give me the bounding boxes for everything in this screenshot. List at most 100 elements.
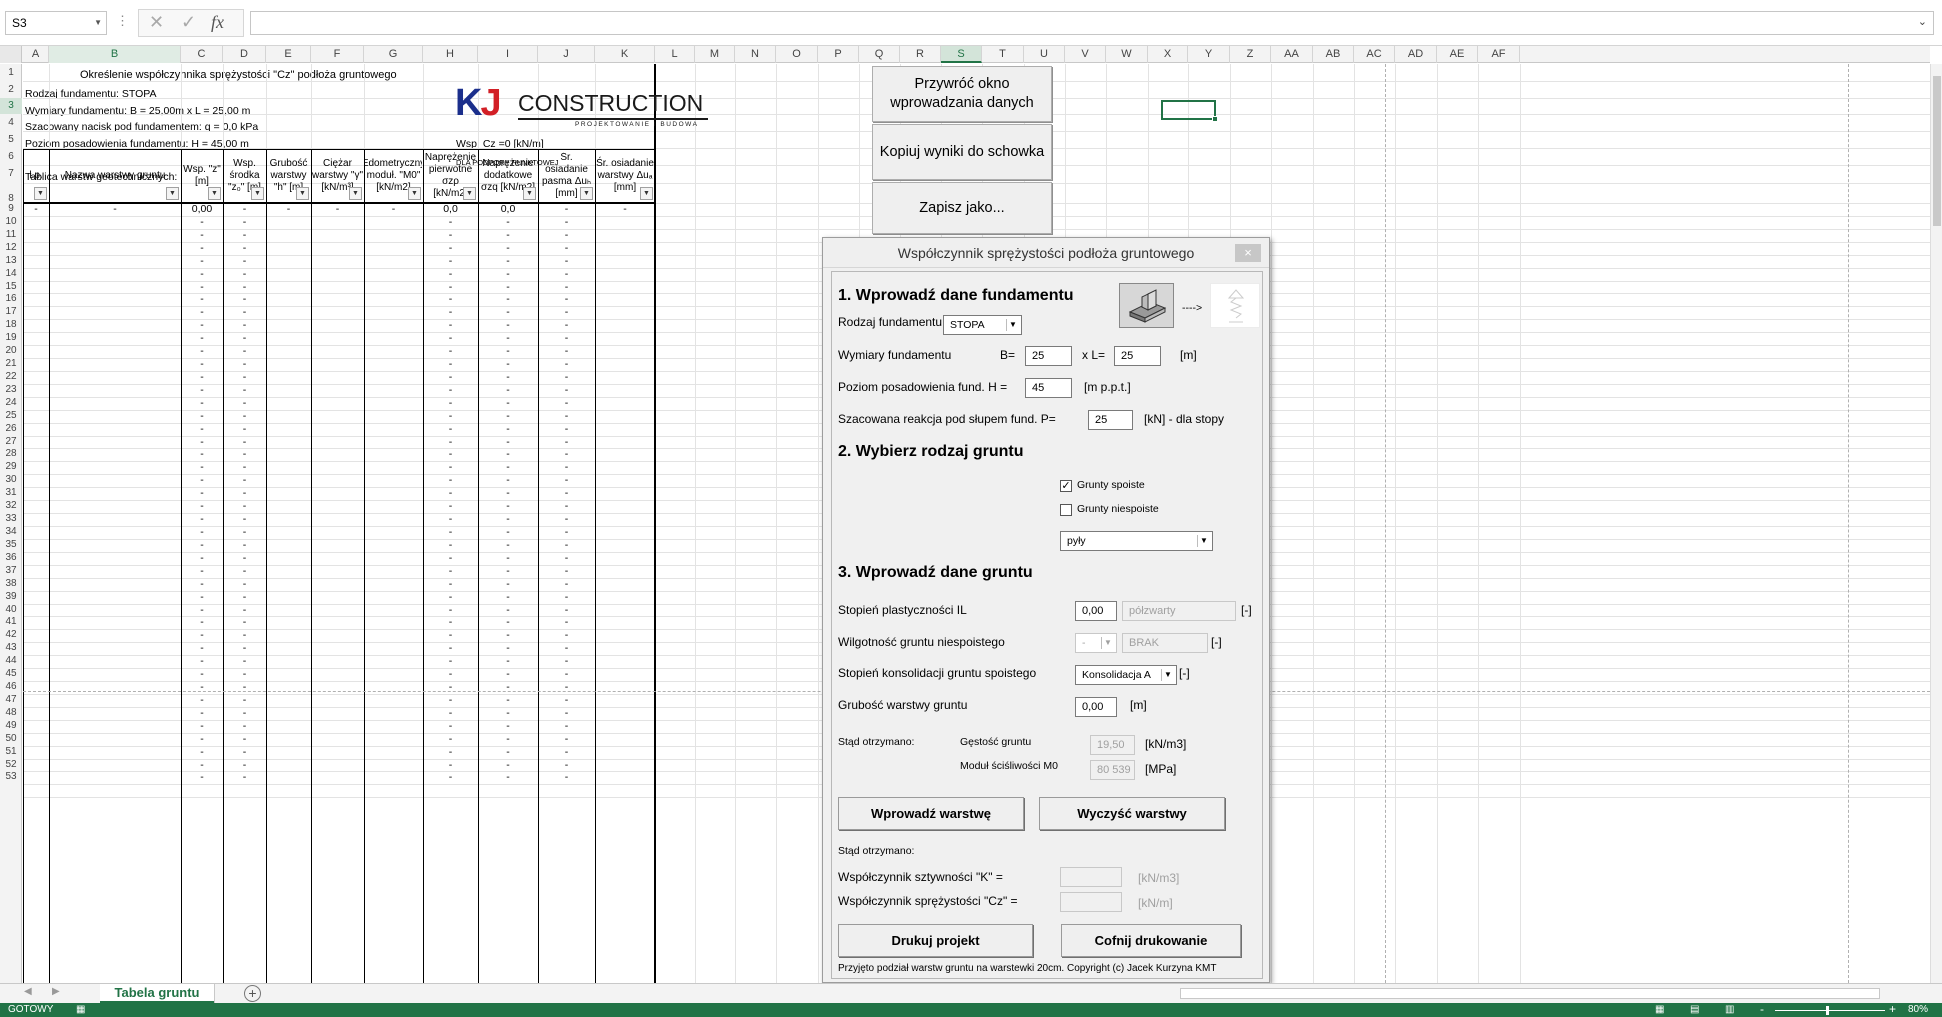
table-cell[interactable]: - [223, 771, 266, 784]
table-cell[interactable]: - [223, 306, 266, 319]
thickness-input[interactable]: 0,00 [1075, 697, 1117, 717]
table-cell[interactable]: - [423, 642, 478, 655]
table-cell[interactable]: - [538, 358, 595, 371]
row-header-10[interactable]: 10 [0, 216, 22, 229]
table-cell[interactable]: - [223, 565, 266, 578]
add-layer-button[interactable]: Wprowadź warstwę [838, 797, 1024, 830]
table-cell[interactable]: - [538, 423, 595, 436]
table-cell[interactable]: - [223, 629, 266, 642]
table-cell[interactable]: - [538, 306, 595, 319]
table-cell[interactable]: - [181, 539, 223, 552]
table-cell[interactable]: - [538, 655, 595, 668]
row-header-9[interactable]: 9 [0, 203, 22, 216]
cell-d9[interactable]: - [223, 203, 266, 216]
table-cell[interactable]: - [538, 707, 595, 720]
filter-dropdown-icon[interactable]: ▼ [640, 187, 653, 200]
table-cell[interactable]: - [423, 629, 478, 642]
table-cell[interactable]: - [181, 229, 223, 242]
column-header-t[interactable]: T [982, 46, 1024, 63]
table-cell[interactable]: - [423, 371, 478, 384]
table-cell[interactable]: - [478, 461, 538, 474]
chevron-down-icon[interactable]: ▼ [1101, 637, 1114, 649]
table-cell[interactable]: - [423, 539, 478, 552]
table-cell[interactable]: - [181, 565, 223, 578]
row-header-13[interactable]: 13 [0, 255, 22, 268]
table-cell[interactable]: - [223, 733, 266, 746]
b-input[interactable]: 25 [1025, 346, 1072, 366]
page-break-icon[interactable]: ▥ [1725, 1003, 1734, 1017]
table-cell[interactable]: - [423, 707, 478, 720]
table-cell[interactable]: - [181, 474, 223, 487]
table-cell[interactable]: - [538, 526, 595, 539]
column-header-ac[interactable]: AC [1354, 46, 1395, 63]
filter-dropdown-icon[interactable]: ▼ [34, 187, 47, 200]
table-cell[interactable]: - [181, 513, 223, 526]
table-cell[interactable]: - [223, 423, 266, 436]
table-cell[interactable]: - [478, 306, 538, 319]
row-header-38[interactable]: 38 [0, 578, 22, 591]
table-cell[interactable]: - [423, 681, 478, 694]
table-cell[interactable]: - [223, 578, 266, 591]
table-cell[interactable]: - [478, 539, 538, 552]
table-cell[interactable]: - [478, 565, 538, 578]
restore-window-button[interactable]: Przywróć okno wprowadzania danych [872, 66, 1052, 122]
filter-dropdown-icon[interactable]: ▼ [463, 187, 476, 200]
table-cell[interactable]: - [538, 771, 595, 784]
table-cell[interactable]: - [538, 461, 595, 474]
table-cell[interactable]: - [538, 345, 595, 358]
column-header-ab[interactable]: AB [1313, 46, 1354, 63]
table-cell[interactable]: - [181, 397, 223, 410]
row-header-22[interactable]: 22 [0, 371, 22, 384]
table-cell[interactable]: - [223, 384, 266, 397]
l-input[interactable]: 25 [1114, 346, 1161, 366]
table-cell[interactable]: - [223, 591, 266, 604]
table-cell[interactable]: - [423, 358, 478, 371]
table-cell[interactable]: - [538, 319, 595, 332]
row-header-36[interactable]: 36 [0, 552, 22, 565]
table-cell[interactable]: - [538, 565, 595, 578]
row-header-5[interactable]: 5 [0, 131, 22, 148]
column-header-d[interactable]: D [223, 46, 266, 63]
table-cell[interactable]: - [538, 746, 595, 759]
filter-dropdown-icon[interactable]: ▼ [349, 187, 362, 200]
table-cell[interactable]: - [181, 216, 223, 229]
table-cell[interactable]: - [223, 461, 266, 474]
column-header-u[interactable]: U [1024, 46, 1065, 63]
table-cell[interactable]: - [538, 410, 595, 423]
table-cell[interactable]: - [181, 591, 223, 604]
table-cell[interactable]: - [423, 216, 478, 229]
table-cell[interactable]: - [538, 397, 595, 410]
table-cell[interactable]: - [538, 759, 595, 772]
table-cell[interactable]: - [223, 410, 266, 423]
table-cell[interactable]: - [223, 526, 266, 539]
cell-c9[interactable]: 0,00 [181, 203, 223, 216]
table-cell[interactable]: - [181, 707, 223, 720]
table-cell[interactable]: - [423, 487, 478, 500]
table-cell[interactable]: - [478, 474, 538, 487]
table-cell[interactable]: - [478, 759, 538, 772]
table-cell[interactable]: - [423, 513, 478, 526]
table-cell[interactable]: - [181, 410, 223, 423]
column-header-f[interactable]: F [311, 46, 364, 63]
row-header-40[interactable]: 40 [0, 604, 22, 617]
row-header-16[interactable]: 16 [0, 293, 22, 306]
table-cell[interactable]: - [223, 216, 266, 229]
table-cell[interactable]: - [223, 694, 266, 707]
table-cell[interactable]: - [478, 255, 538, 268]
table-cell[interactable]: - [478, 746, 538, 759]
filter-dropdown-icon[interactable]: ▼ [523, 187, 536, 200]
zoom-slider[interactable] [1775, 1010, 1885, 1011]
filter-dropdown-icon[interactable]: ▼ [166, 187, 179, 200]
table-cell[interactable]: - [538, 552, 595, 565]
table-cell[interactable]: - [181, 345, 223, 358]
table-cell[interactable]: - [538, 281, 595, 294]
row-header-50[interactable]: 50 [0, 733, 22, 746]
table-cell[interactable]: - [478, 668, 538, 681]
column-header-j[interactable]: J [538, 46, 595, 63]
table-cell[interactable]: - [423, 604, 478, 617]
filter-dropdown-icon[interactable]: ▼ [208, 187, 221, 200]
table-cell[interactable]: - [423, 668, 478, 681]
table-cell[interactable]: - [538, 500, 595, 513]
row-header-42[interactable]: 42 [0, 629, 22, 642]
table-cell[interactable]: - [478, 397, 538, 410]
